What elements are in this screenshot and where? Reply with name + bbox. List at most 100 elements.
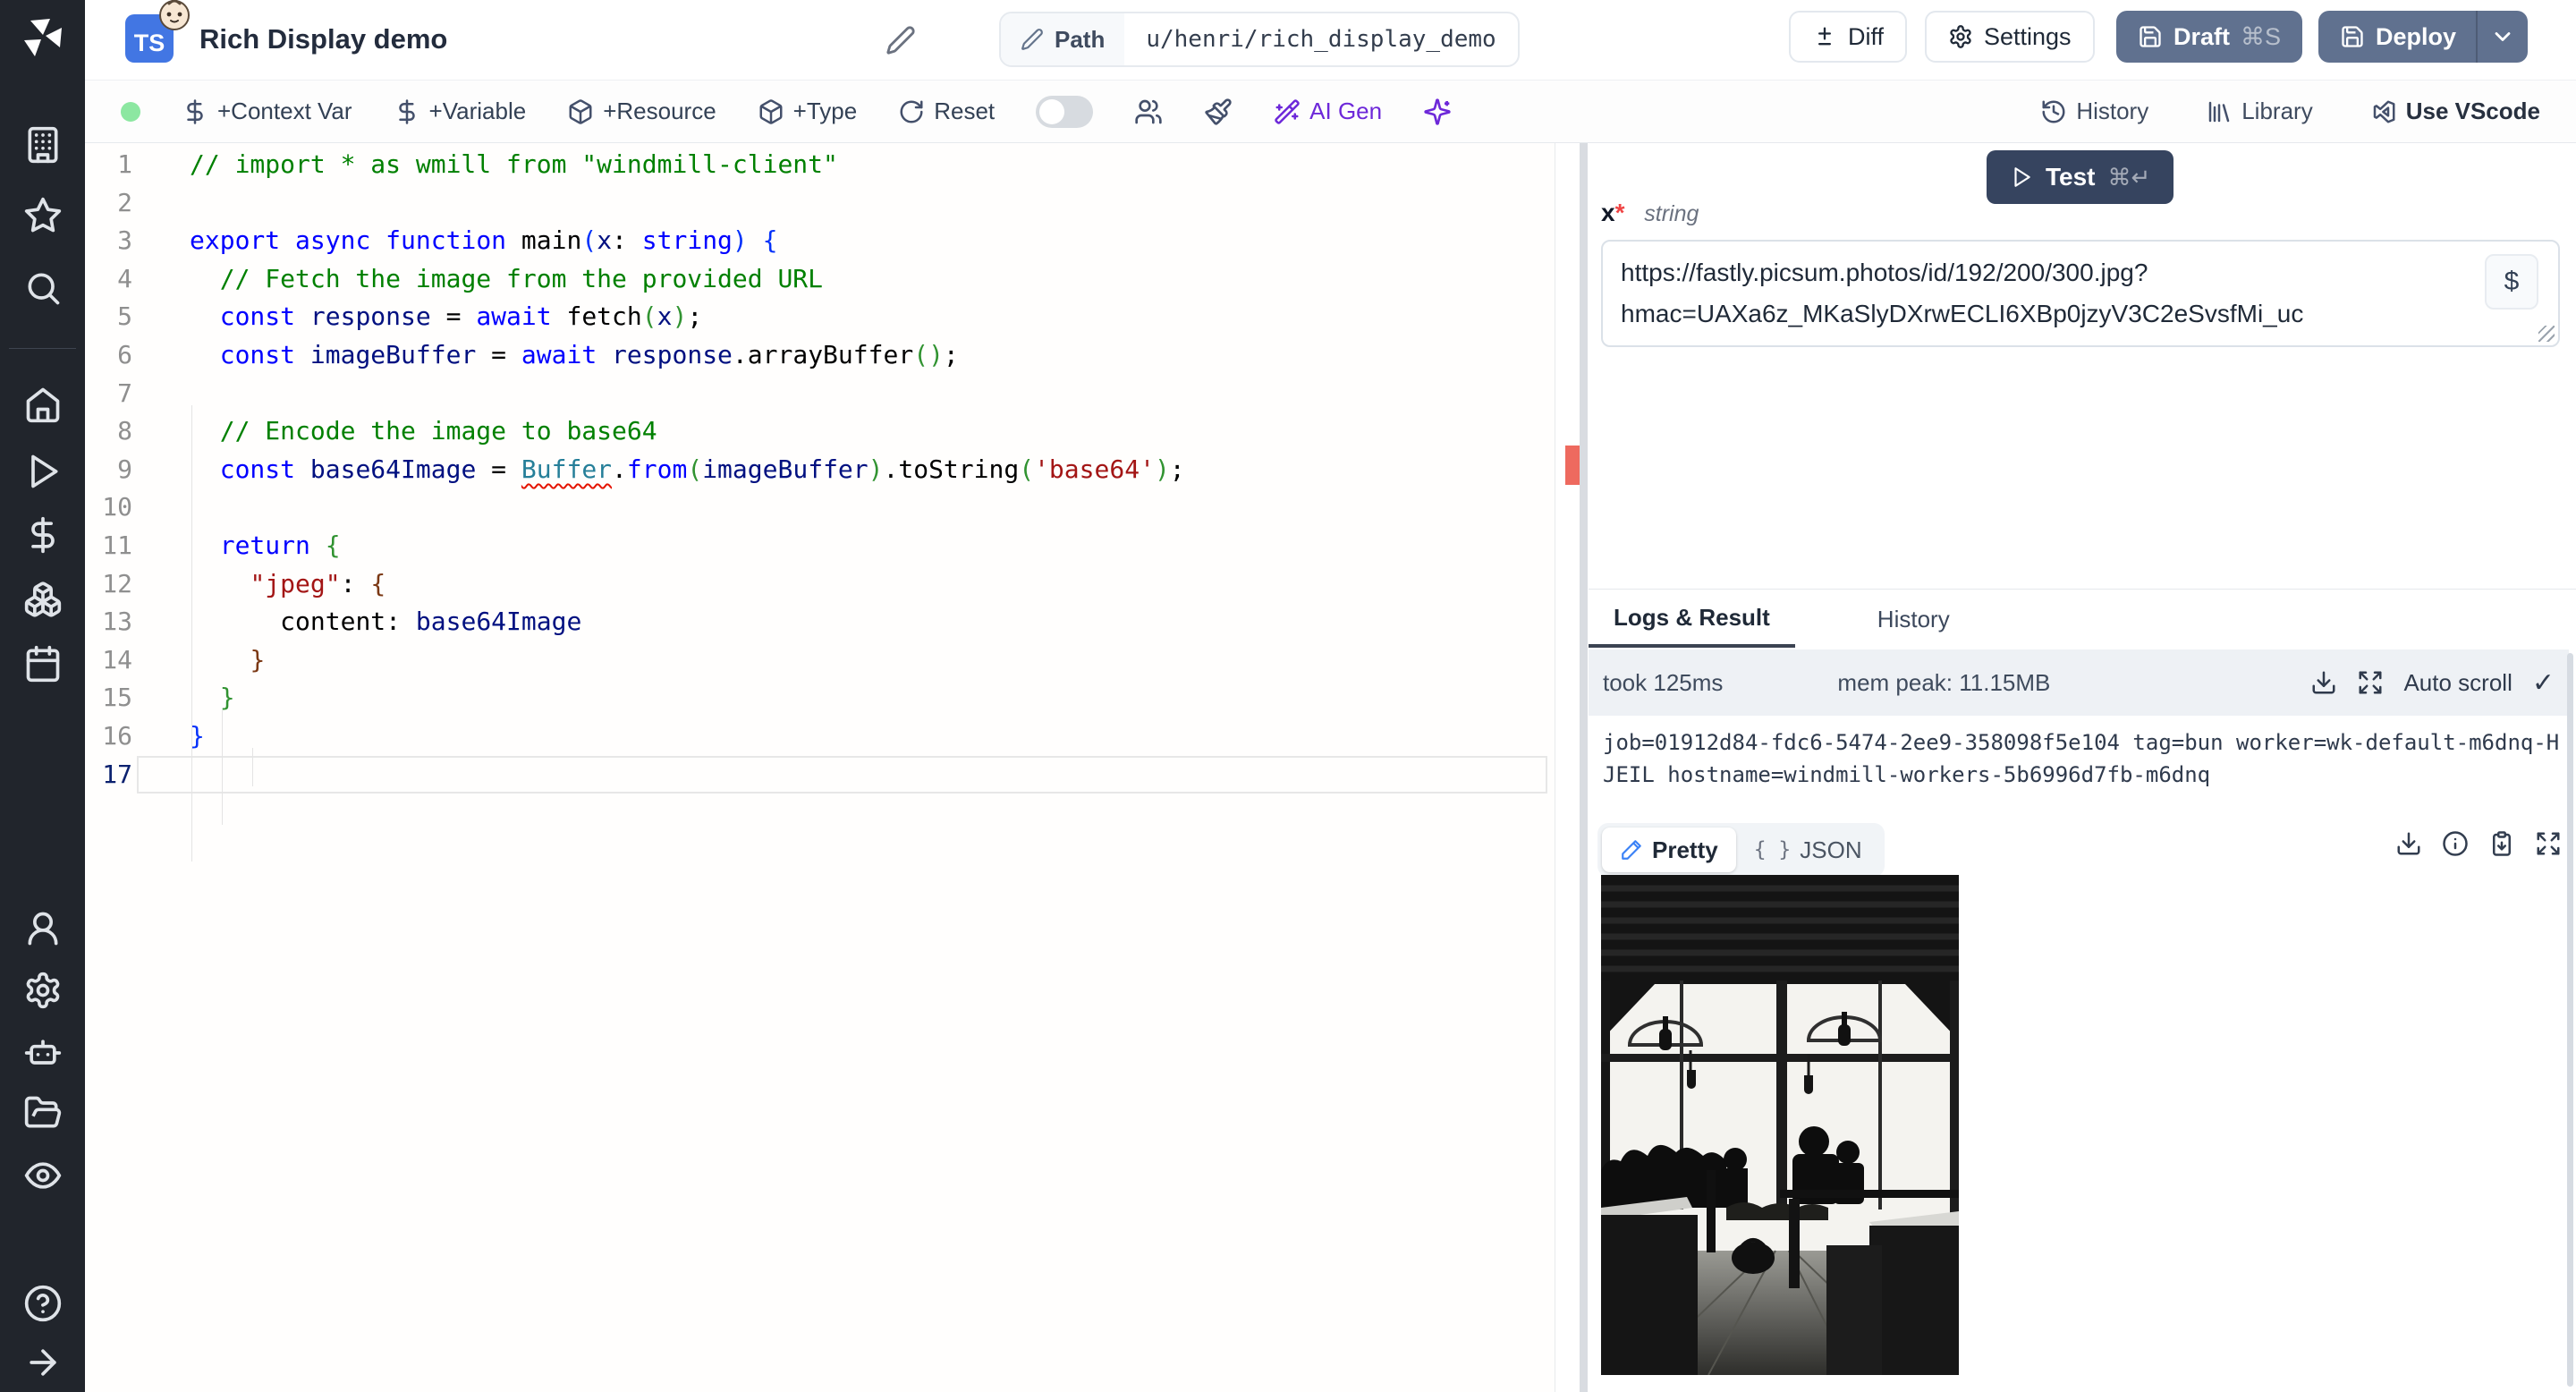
search-icon[interactable] — [23, 268, 63, 308]
autoscroll-check-icon[interactable]: ✓ — [2532, 667, 2555, 699]
building-icon[interactable] — [23, 125, 63, 165]
path-value[interactable]: u/henri/rich_display_demo — [1124, 13, 1517, 65]
code-line[interactable]: 14 } — [85, 641, 1555, 680]
library-icon — [2208, 101, 2230, 122]
code-text[interactable]: // Fetch the image from the provided URL — [190, 260, 823, 299]
ai-gen-button[interactable]: AI Gen — [1274, 98, 1382, 125]
eye-icon[interactable] — [23, 1156, 63, 1195]
diff-button[interactable]: Diff — [1789, 11, 1908, 63]
code-text[interactable]: } — [190, 679, 235, 717]
page-title: Rich Display demo — [199, 23, 448, 55]
code-text[interactable]: export async function main(x: string) { — [190, 222, 778, 260]
tab-history[interactable]: History — [1852, 590, 1975, 648]
line-number: 8 — [117, 416, 132, 446]
code-line[interactable]: 4 // Fetch the image from the provided U… — [85, 260, 1555, 299]
home-icon[interactable] — [23, 385, 63, 424]
code-text[interactable]: const imageBuffer = await response.array… — [190, 336, 959, 375]
help-circle-icon[interactable] — [23, 1284, 63, 1323]
windmill-logo-icon[interactable] — [21, 16, 64, 59]
code-text[interactable]: content: base64Image — [190, 603, 581, 641]
autoscroll-label[interactable]: Auto scroll — [2403, 669, 2512, 697]
error-overview-marker — [1565, 446, 1580, 485]
code-text[interactable]: return { — [190, 527, 341, 565]
arg-required-asterisk: * — [1614, 199, 1625, 226]
tab-logs-result[interactable]: Logs & Result — [1589, 590, 1795, 648]
settings-button[interactable]: Settings — [1925, 11, 2095, 63]
code-line[interactable]: 1 // import * as wmill from "windmill-cli… — [85, 146, 1555, 184]
add-variable-button[interactable]: +Variable — [394, 98, 526, 125]
panel-splitter[interactable] — [1580, 143, 1588, 1392]
code-line[interactable]: 6 const imageBuffer = await response.arr… — [85, 336, 1555, 375]
sparkles-button[interactable] — [1423, 98, 1452, 126]
info-icon[interactable] — [2442, 830, 2469, 857]
arg-input[interactable]: https://fastly.picsum.photos/id/192/200/… — [1601, 240, 2560, 347]
download-logs-icon[interactable] — [2310, 669, 2337, 696]
view-pretty-button[interactable]: Pretty — [1602, 828, 1736, 872]
variable-picker-button[interactable]: $ — [2485, 254, 2538, 310]
code-text[interactable]: } — [190, 641, 265, 680]
code-line[interactable]: 12 "jpeg": { — [85, 565, 1555, 604]
draft-button[interactable]: Draft ⌘S — [2116, 11, 2303, 63]
add-resource-button[interactable]: +Resource — [567, 98, 716, 125]
code-line[interactable]: 16} — [85, 717, 1555, 756]
format-brush-button[interactable] — [1204, 98, 1233, 126]
diff-mode-toggle[interactable] — [1036, 95, 1094, 128]
calendar-schedules-icon[interactable] — [23, 644, 63, 683]
code-text[interactable]: // Encode the image to base64 — [190, 412, 657, 451]
result-image[interactable] — [1601, 875, 1959, 1375]
use-vscode-button[interactable]: Use VScode — [2370, 98, 2540, 125]
code-text[interactable]: "jpeg": { — [190, 565, 386, 604]
save-icon — [2140, 26, 2161, 47]
code-text[interactable]: const response = await fetch(x); — [190, 298, 702, 336]
deploy-button[interactable]: Deploy — [2318, 11, 2529, 63]
indent-guide — [222, 710, 223, 825]
expand-logs-icon[interactable] — [2357, 669, 2384, 696]
bot-workers-icon[interactable] — [23, 1033, 63, 1073]
code-line[interactable]: 15 } — [85, 679, 1555, 717]
settings-gear-icon[interactable] — [23, 971, 63, 1010]
test-button[interactable]: Test ⌘↵ — [1987, 150, 2174, 204]
resize-grip[interactable] — [2538, 326, 2555, 342]
result-tabs: Logs & Result History — [1589, 590, 1975, 648]
copy-clipboard-icon[interactable] — [2488, 830, 2515, 857]
code-line[interactable]: 9 const base64Image = Buffer.from(imageB… — [85, 451, 1555, 489]
code-text[interactable]: // import * as wmill from "windmill-clie… — [190, 146, 838, 184]
expand-result-icon[interactable] — [2535, 830, 2562, 857]
code-line[interactable]: 7 — [85, 375, 1555, 413]
history-button[interactable]: History — [2040, 98, 2148, 125]
code-line[interactable]: 13 content: base64Image — [85, 603, 1555, 641]
path-label-section[interactable]: Path — [1001, 13, 1125, 65]
code-line[interactable]: 17 — [85, 755, 1555, 794]
code-line[interactable]: 10 — [85, 488, 1555, 527]
run-panel: Test ⌘↵ x* string https://fastly.picsum.… — [1589, 143, 2576, 1392]
status-dot — [121, 101, 140, 122]
path-field[interactable]: Path u/henri/rich_display_demo — [999, 12, 1520, 67]
reset-label: Reset — [934, 98, 996, 124]
library-button[interactable]: Library — [2206, 98, 2313, 125]
view-json-button[interactable]: { } JSON — [1736, 828, 1880, 872]
add-type-button[interactable]: +Type — [758, 98, 857, 125]
code-line[interactable]: 2 — [85, 184, 1555, 223]
panel-scrollbar[interactable] — [2567, 653, 2573, 1387]
dollar-variables-icon[interactable] — [23, 515, 63, 555]
download-result-icon[interactable] — [2395, 830, 2422, 857]
package-icon — [569, 98, 592, 124]
code-editor[interactable]: 1 // import * as wmill from "windmill-cli… — [85, 143, 1580, 1392]
arrow-right-expand-icon[interactable] — [23, 1343, 63, 1382]
code-line[interactable]: 8 // Encode the image to base64 — [85, 412, 1555, 451]
multiplayer-button[interactable] — [1134, 98, 1163, 126]
folder-open-icon[interactable] — [23, 1093, 63, 1133]
code-text[interactable]: const base64Image = Buffer.from(imageBuf… — [190, 451, 1185, 489]
star-icon[interactable] — [23, 196, 63, 235]
code-line[interactable]: 5 const response = await fetch(x); — [85, 298, 1555, 336]
code-line[interactable]: 3 export async function main(x: string) { — [85, 222, 1555, 260]
add-context-var-button[interactable]: +Context Var — [182, 98, 352, 125]
chevron-down-icon[interactable] — [2490, 24, 2515, 49]
boxes-resources-icon[interactable] — [23, 580, 63, 619]
reset-button[interactable]: Reset — [898, 98, 995, 125]
play-runs-icon[interactable] — [23, 452, 63, 491]
edit-title-pencil-icon[interactable] — [886, 25, 916, 55]
code-line[interactable]: 11 return { — [85, 527, 1555, 565]
user-icon[interactable] — [23, 909, 63, 948]
arg-input-value[interactable]: https://fastly.picsum.photos/id/192/200/… — [1621, 252, 2460, 335]
